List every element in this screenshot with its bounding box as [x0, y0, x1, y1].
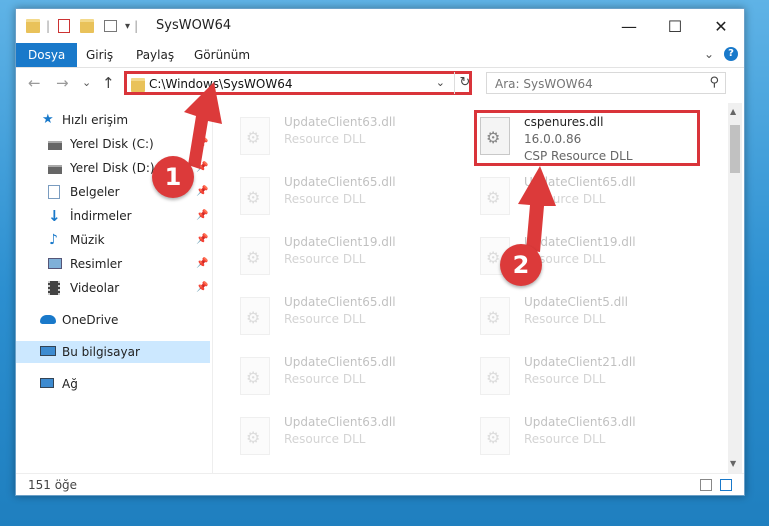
- arrow-to-address-bar: [184, 82, 222, 169]
- arrow-to-file: [518, 166, 556, 252]
- callout-arrows: [184, 82, 556, 252]
- callout-badge-2: 2: [500, 244, 542, 286]
- callout-badge-1: 1: [152, 156, 194, 198]
